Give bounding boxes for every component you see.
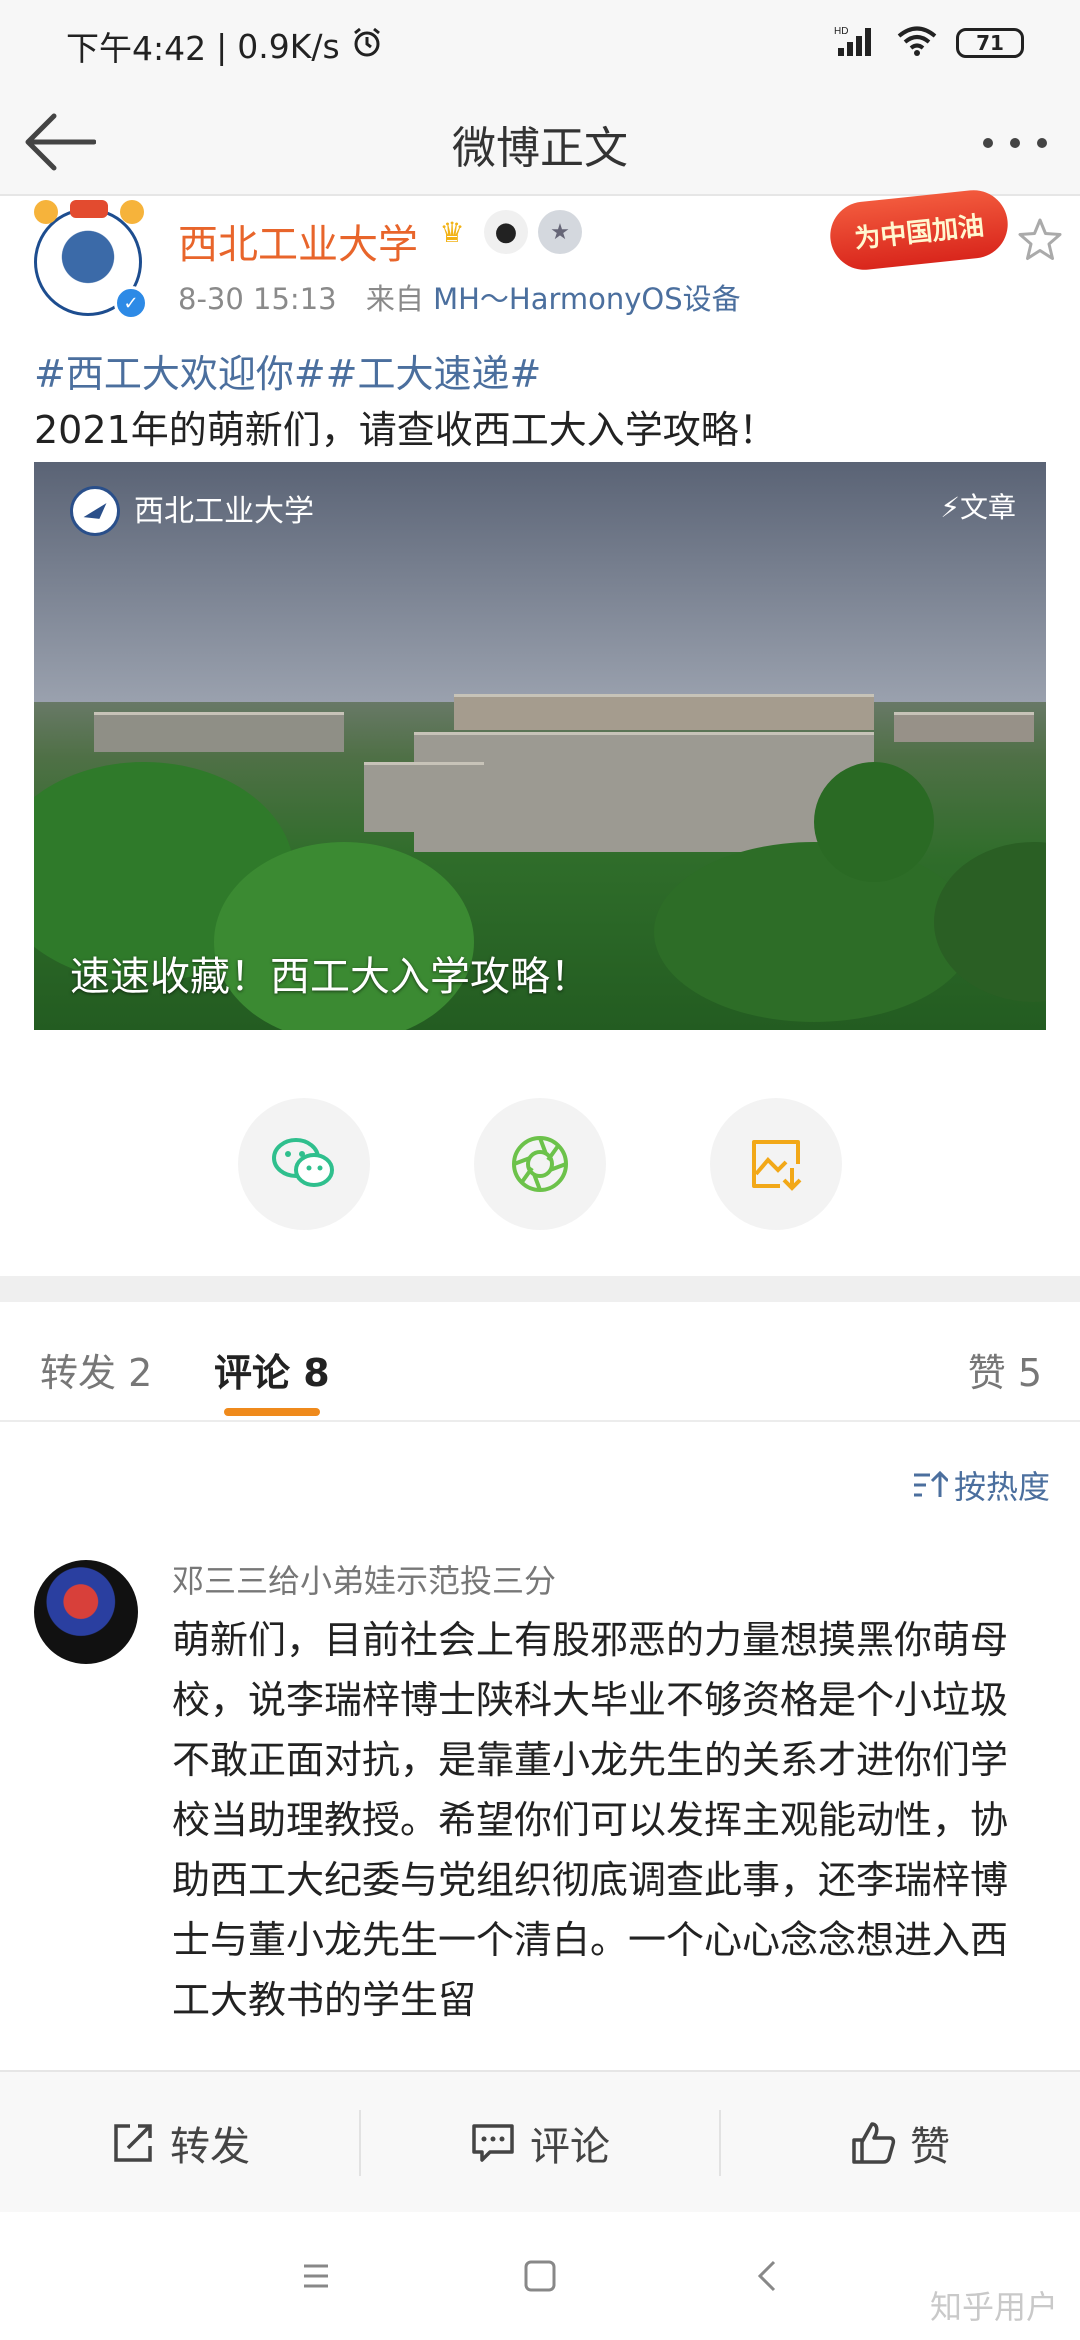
comment-label: 评论 — [530, 2124, 610, 2170]
post-header: ✓ 西北工业大学 ♛ ● ★ 为中国加油 8-30 15:13 来自 MH～Ha… — [0, 186, 1080, 336]
favorite-button[interactable] — [1016, 216, 1064, 264]
moments-icon — [512, 1136, 568, 1192]
star-icon — [1018, 218, 1062, 260]
wifi-icon — [896, 25, 938, 61]
status-speed: 0.9K/s — [237, 26, 340, 66]
tab-like[interactable]: 赞 5 — [968, 1342, 1042, 1397]
panda-badge-icon[interactable]: ● — [484, 210, 528, 254]
post-source[interactable]: MH～HarmonyOS设备 — [433, 282, 741, 316]
repost-label: 转发 — [170, 2124, 250, 2170]
nav-back-button[interactable] — [742, 2250, 794, 2302]
status-bar: 下午4:42 | 0.9K/s HD 71 — [0, 0, 1080, 88]
commenter-avatar[interactable] — [34, 1560, 138, 1664]
wechat-icon — [272, 1138, 334, 1187]
medal-badge-icon[interactable]: ★ — [538, 210, 582, 254]
status-separator: | — [216, 26, 228, 66]
post-date: 8-30 15:13 — [178, 282, 337, 316]
bottom-action-bar: 转发 评论 赞 — [0, 2070, 1080, 2212]
sort-by-hot-button[interactable]: 按热度 — [912, 1462, 1050, 1508]
repost-icon — [114, 2124, 152, 2162]
active-tab-indicator — [224, 1408, 320, 1416]
repost-button[interactable]: 转发 — [0, 2072, 360, 2214]
author-name[interactable]: 西北工业大学 — [178, 212, 418, 270]
signal-icon: HD — [834, 24, 878, 62]
sort-label: 按热度 — [953, 1468, 1050, 1506]
crown-badge-icon[interactable]: ♛ — [430, 210, 474, 254]
post-meta: 8-30 15:13 来自 MH～HarmonyOS设备 — [178, 276, 741, 318]
chevron-left-icon — [757, 2260, 776, 2292]
like-label: 赞 — [910, 2124, 950, 2170]
status-right: HD 71 — [834, 24, 1024, 62]
post-hashtags[interactable]: #西工大欢迎你##工大速递# — [34, 346, 1054, 402]
card-source-logo-icon — [70, 486, 120, 536]
commenter-name[interactable]: 邓三三给小弟娃示范投三分 — [172, 1556, 556, 1602]
card-building — [94, 712, 344, 752]
verified-badge-icon: ✓ — [114, 286, 148, 320]
card-tree — [654, 842, 974, 1022]
post-body: #西工大欢迎你##工大速递# 2021年的萌新们，请查收西工大入学攻略！ — [34, 346, 1054, 458]
card-source-name: 西北工业大学 — [134, 494, 314, 529]
tab-repost[interactable]: 转发 2 — [40, 1342, 152, 1397]
card-caption: 速速收藏！西工大入学攻略！ — [70, 954, 590, 1000]
nav-home-button[interactable] — [514, 2250, 566, 2302]
tab-comment[interactable]: 评论 8 — [214, 1342, 330, 1397]
lightning-icon: ⚡ — [940, 491, 960, 524]
menu-icon — [304, 2264, 328, 2288]
card-building — [894, 712, 1034, 742]
share-row — [0, 1098, 1080, 1234]
like-button[interactable]: 赞 — [720, 2072, 1080, 2214]
status-time: 下午4:42 — [66, 29, 207, 68]
author-badges: ♛ ● ★ — [430, 210, 582, 254]
card-building — [364, 762, 484, 832]
share-moments-button[interactable] — [474, 1098, 606, 1230]
post-text: 2021年的萌新们，请查收西工大入学攻略！ — [34, 408, 777, 452]
source-prefix: 来自 — [365, 282, 424, 316]
card-building — [454, 694, 874, 730]
home-square-icon — [524, 2260, 556, 2292]
battery-indicator: 71 — [956, 28, 1024, 58]
save-image-button[interactable] — [710, 1098, 842, 1230]
status-left: 下午4:42 | 0.9K/s — [66, 22, 384, 70]
interaction-tabs: 转发 2 评论 8 赞 5 — [0, 1302, 1080, 1422]
avatar-decoration-icon — [34, 200, 144, 224]
sort-icon — [913, 1470, 948, 1497]
section-divider — [0, 1276, 1080, 1302]
more-options-button[interactable] — [980, 118, 1050, 168]
nav-menu-button[interactable] — [290, 2250, 342, 2302]
card-tree — [814, 762, 934, 882]
comment-text: 萌新们，目前社会上有股邪恶的力量想摸黑你萌母校，说李瑞梓博士陕科大毕业不够资格是… — [172, 1618, 1009, 2022]
title-bar: 微博正文 — [0, 88, 1080, 196]
comment-icon — [472, 2124, 514, 2162]
share-wechat-button[interactable] — [238, 1098, 370, 1230]
card-type-label: ⚡文章 — [940, 491, 1016, 524]
comment-button[interactable]: 评论 — [360, 2072, 720, 2214]
page-title: 微博正文 — [452, 123, 628, 174]
author-avatar[interactable]: ✓ — [30, 200, 148, 320]
system-nav-bar — [0, 2212, 1080, 2340]
promo-badge[interactable]: 为中国加油 — [826, 186, 1012, 274]
alarm-icon — [350, 25, 384, 67]
svg-text:HD: HD — [834, 26, 848, 37]
thumbs-up-icon — [852, 2122, 896, 2164]
watermark: 知乎用户 — [929, 2288, 1058, 2326]
more-dots-icon — [983, 138, 1047, 148]
article-card[interactable]: 西北工业大学 ⚡文章 速速收藏！西工大入学攻略！ — [34, 462, 1046, 1030]
save-image-icon — [752, 1140, 802, 1191]
